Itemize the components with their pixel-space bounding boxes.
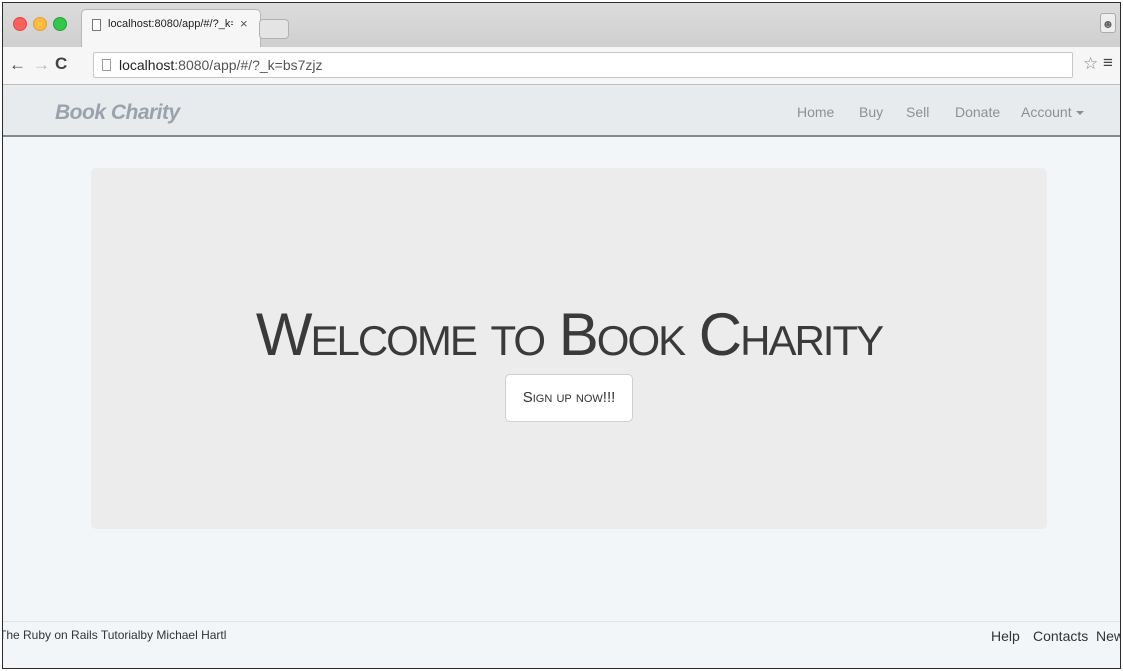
star-icon[interactable]: ☆ xyxy=(1083,54,1098,74)
nav-home[interactable]: Home xyxy=(797,104,834,120)
hero-jumbotron: Welcome to Book Charity Sign up now!!! xyxy=(91,168,1047,529)
forward-arrow-icon[interactable]: → xyxy=(33,55,50,75)
caret-down-icon xyxy=(1075,111,1084,116)
browser-toolbar: ← → C localhost:8080/app/#/?_k=bs7zjz ☆ … xyxy=(3,47,1120,85)
footer-news[interactable]: News xyxy=(1096,628,1120,644)
hamburger-menu-icon[interactable]: ≡ xyxy=(1103,53,1113,73)
page-icon xyxy=(92,19,101,31)
hero-title: Welcome to Book Charity xyxy=(255,301,884,368)
maximize-window-icon[interactable] xyxy=(53,17,67,31)
site-navbar: Book Charity Home Buy Sell Donate Accoun… xyxy=(3,85,1120,137)
address-bar-url[interactable]: localhost:8080/app/#/?_k=bs7zjz xyxy=(119,57,323,73)
address-bar[interactable]: localhost:8080/app/#/?_k=bs7zjz xyxy=(93,52,1073,78)
page-icon xyxy=(102,59,111,71)
tab-active[interactable]: localhost:8080/app/#/?_k= × xyxy=(81,9,261,47)
footer-credit[interactable]: The Ruby on Rails Tutorialby Michael Har… xyxy=(3,628,226,642)
new-tab-button[interactable] xyxy=(259,19,289,39)
footer-contacts[interactable]: Contacts xyxy=(1033,628,1088,644)
nav-sell[interactable]: Sell xyxy=(906,104,929,120)
minimize-window-icon[interactable] xyxy=(33,17,47,31)
nav-donate[interactable]: Donate xyxy=(955,104,1000,120)
browser-window: localhost:8080/app/#/?_k= × ☻ ← → C loca… xyxy=(2,2,1121,669)
url-path: :8080/app/#/?_k=bs7zjz xyxy=(174,57,323,73)
brand-logo[interactable]: Book Charity xyxy=(55,101,180,125)
tab-title: localhost:8080/app/#/?_k= xyxy=(108,18,233,30)
reload-icon[interactable]: C xyxy=(55,54,67,74)
nav-account-label: Account xyxy=(1021,104,1072,120)
profile-icon[interactable]: ☻ xyxy=(1100,13,1116,33)
tab-bar: localhost:8080/app/#/?_k= × ☻ xyxy=(3,3,1120,47)
close-window-icon[interactable] xyxy=(13,17,27,31)
tab-close-icon[interactable]: × xyxy=(240,16,248,31)
nav-account-dropdown[interactable]: Account xyxy=(1021,104,1084,120)
signup-button[interactable]: Sign up now!!! xyxy=(505,374,633,422)
nav-buy[interactable]: Buy xyxy=(859,104,883,120)
footer-help[interactable]: Help xyxy=(991,628,1020,644)
back-arrow-icon[interactable]: ← xyxy=(9,55,26,75)
url-host: localhost xyxy=(119,57,175,73)
footer-divider xyxy=(3,621,1120,622)
